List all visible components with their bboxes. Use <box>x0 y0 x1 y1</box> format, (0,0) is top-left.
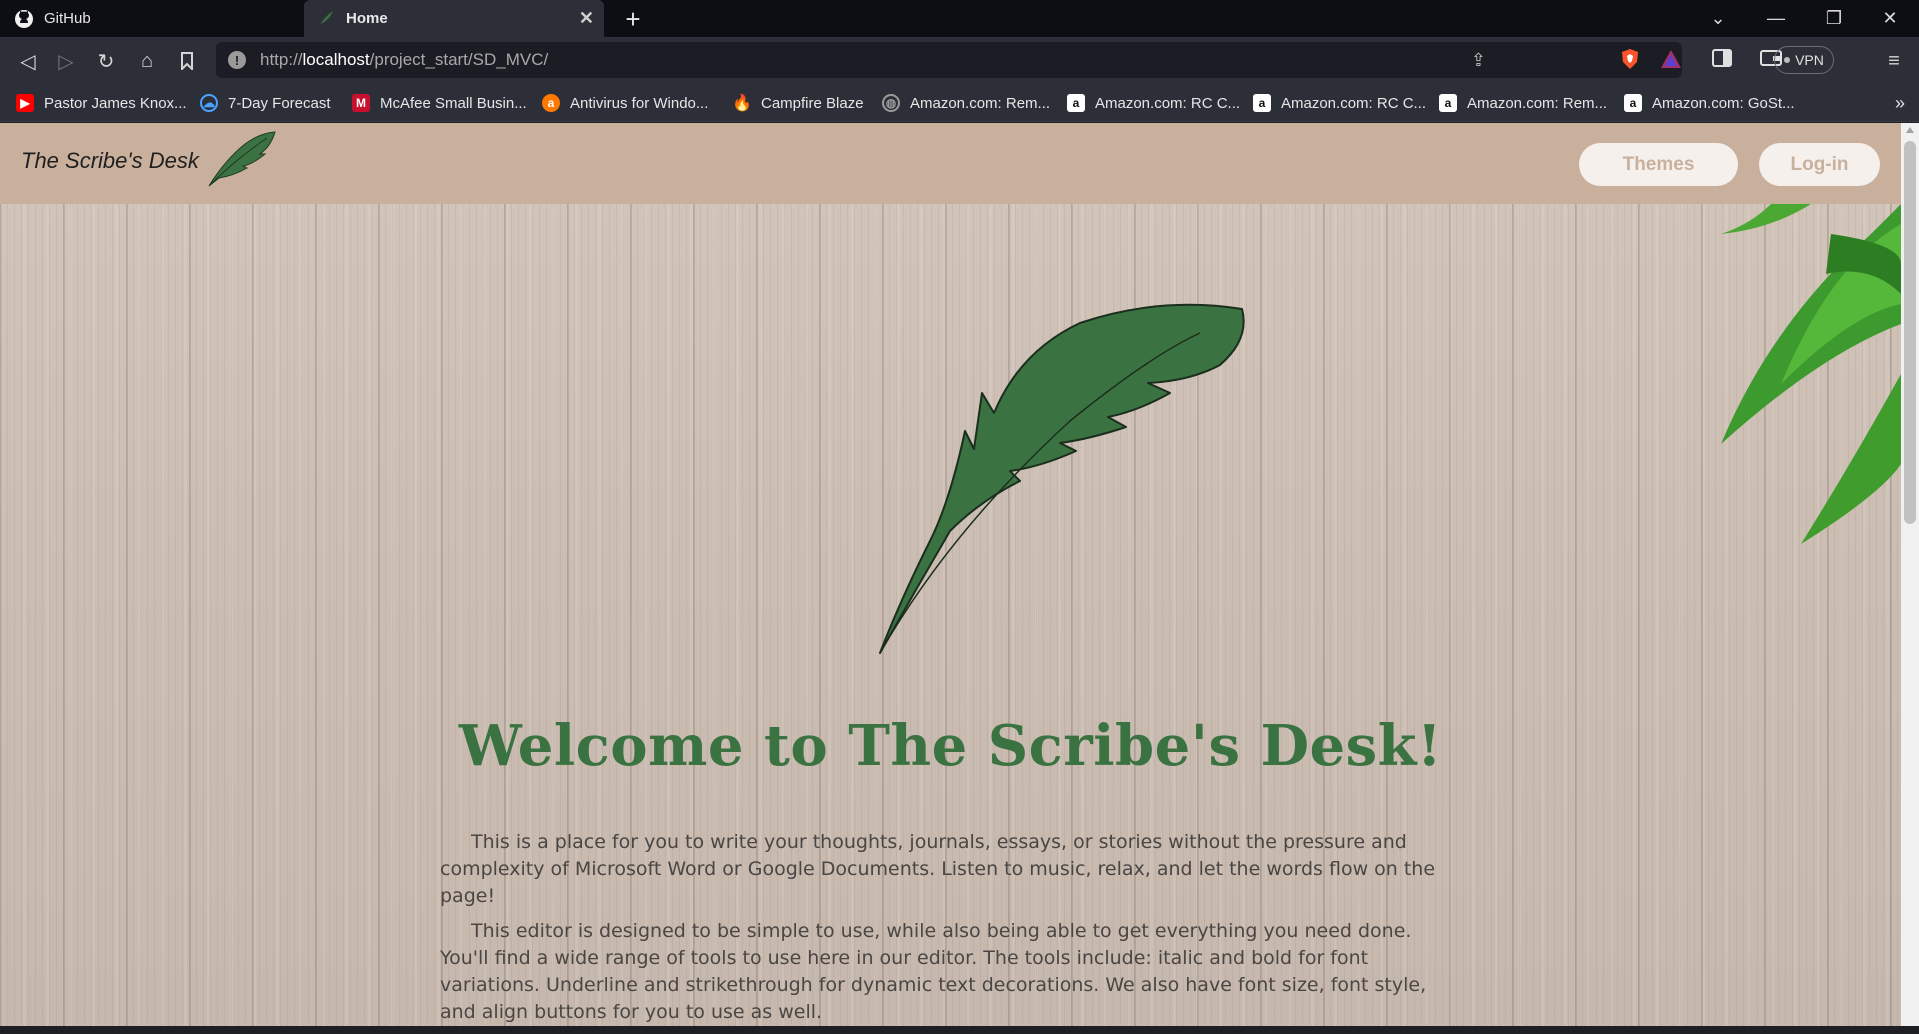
youtube-icon: ▶ <box>16 94 34 112</box>
bookmark-item[interactable]: ◍ Amazon.com: Rem... <box>882 84 1050 122</box>
bookmark-item[interactable]: a Antivirus for Windo... <box>542 84 708 122</box>
new-tab-icon[interactable]: + <box>620 4 646 35</box>
bookmark-item[interactable]: 🔥 Campfire Blaze <box>732 84 864 122</box>
bookmark-icon[interactable] <box>173 47 201 75</box>
close-icon[interactable]: ✕ <box>579 8 594 29</box>
home-icon[interactable]: ⌂ <box>133 47 161 75</box>
more-bookmarks-icon[interactable]: » <box>1895 93 1905 114</box>
url-scheme: http:// <box>260 50 303 69</box>
amazon-icon: a <box>1253 94 1271 112</box>
bookmark-label: Pastor James Knox... <box>44 94 187 112</box>
leaves-decoration <box>1571 204 1901 624</box>
url-host: localhost <box>302 50 370 69</box>
bookmark-item[interactable]: a Amazon.com: Rem... <box>1439 84 1607 122</box>
url-path: /project_start/SD_MVC/ <box>369 50 549 69</box>
site-brand[interactable]: The Scribe's Desk <box>21 148 199 174</box>
brave-shield-icon[interactable] <box>1619 48 1641 70</box>
address-bar[interactable]: ! http://localhost/project_start/SD_MVC/… <box>216 42 1682 78</box>
back-icon[interactable]: ◁ <box>14 47 42 75</box>
vpn-label: VPN <box>1795 52 1824 68</box>
vpn-button[interactable]: VPN <box>1774 46 1834 74</box>
quill-logo-icon <box>205 130 277 193</box>
amazon-icon: a <box>1067 94 1085 112</box>
bookmark-label: Amazon.com: Rem... <box>1467 94 1608 112</box>
themes-button[interactable]: Themes <box>1579 143 1738 186</box>
bookmark-item[interactable]: a Amazon.com: RC C... <box>1253 84 1426 122</box>
globe-icon: ◍ <box>882 94 900 112</box>
bookmark-item[interactable]: M McAfee Small Busin... <box>352 84 527 122</box>
scroll-up-icon[interactable] <box>1906 127 1914 133</box>
scrollbar-thumb[interactable] <box>1904 141 1916 524</box>
bookmark-item[interactable]: ▶ Pastor James Knox... <box>16 84 187 122</box>
flame-icon: 🔥 <box>732 95 752 112</box>
bookmark-item[interactable]: a Amazon.com: RC C... <box>1067 84 1240 122</box>
avast-icon: a <box>542 94 560 112</box>
amazon-icon: a <box>1624 94 1642 112</box>
site-header: The Scribe's Desk Themes Log-in <box>0 123 1901 204</box>
site-info-icon[interactable]: ! <box>228 51 246 69</box>
github-icon <box>14 9 34 29</box>
intro-text: This is a place for you to write your th… <box>440 829 1460 1034</box>
tab-title: Home <box>346 10 388 27</box>
forward-icon[interactable]: ▷ <box>52 47 80 75</box>
close-window-icon[interactable]: ✕ <box>1861 0 1919 37</box>
bookmark-label: Amazon.com: RC C... <box>1281 94 1427 112</box>
intro-paragraph: This editor is designed to be simple to … <box>440 920 1427 1023</box>
tab-search-icon[interactable]: ⌄ <box>1689 0 1747 37</box>
minimize-icon[interactable]: — <box>1747 0 1805 37</box>
share-icon[interactable]: ⇪ <box>1471 50 1486 71</box>
tab-github[interactable]: GitHub <box>0 0 302 37</box>
quill-icon <box>316 9 336 29</box>
welcome-heading: Welcome to The Scribe's Desk! <box>458 713 1443 779</box>
page-scrollbar[interactable] <box>1901 123 1919 1026</box>
menu-icon[interactable]: ≡ <box>1880 47 1908 75</box>
intro-paragraph: This is a place for you to write your th… <box>440 831 1436 907</box>
bookmark-label: Antivirus for Windo... <box>570 94 709 112</box>
vpn-status-icon <box>1784 57 1791 63</box>
bookmark-label: McAfee Small Busin... <box>380 94 527 112</box>
amazon-icon: a <box>1439 94 1457 112</box>
bookmarks-bar: ▶ Pastor James Knox... ☁ 7-Day Forecast … <box>0 84 1919 122</box>
tab-bar: GitHub Home ✕ + ⌄ — ❐ ✕ <box>0 0 1919 37</box>
brave-rewards-icon[interactable] <box>1660 48 1682 70</box>
restore-icon[interactable]: ❐ <box>1805 0 1863 37</box>
hero-quill-icon <box>870 301 1248 664</box>
bookmark-item[interactable]: ☁ 7-Day Forecast <box>200 84 331 122</box>
reload-icon[interactable]: ↻ <box>92 47 120 75</box>
bookmark-label: 7-Day Forecast <box>228 94 331 112</box>
bookmark-item[interactable]: a Amazon.com: GoSt... <box>1624 84 1795 122</box>
bookmark-label: Campfire Blaze <box>761 94 864 112</box>
bookmark-label: Amazon.com: RC C... <box>1095 94 1241 112</box>
sidebar-icon[interactable] <box>1712 49 1734 71</box>
bookmark-label: Amazon.com: GoSt... <box>1652 94 1795 112</box>
tab-home[interactable]: Home ✕ <box>304 0 604 37</box>
tab-title: GitHub <box>44 10 91 27</box>
weather-icon: ☁ <box>200 94 218 112</box>
browser-toolbar: ◁ ▷ ↻ ⌂ ! http://localhost/project_start… <box>0 37 1919 84</box>
login-button[interactable]: Log-in <box>1759 143 1880 186</box>
mcafee-icon: M <box>352 94 370 112</box>
bookmark-label: Amazon.com: Rem... <box>910 94 1051 112</box>
